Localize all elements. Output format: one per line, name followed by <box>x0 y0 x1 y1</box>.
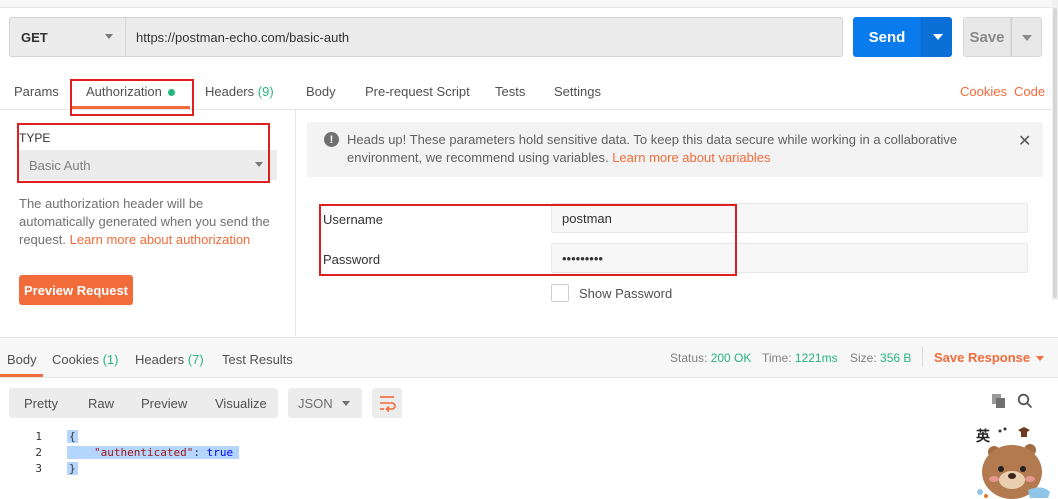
response-tab-headers-label: Headers <box>135 352 185 367</box>
code-link[interactable]: Code <box>1014 84 1045 99</box>
response-time: Time: 1221ms <box>762 351 838 365</box>
save-options-button[interactable] <box>1011 17 1042 57</box>
tab-prerequest-script[interactable]: Pre-request Script <box>365 84 470 99</box>
json-key: "authenticated" <box>94 446 194 459</box>
code-line: "authenticated": true <box>67 446 240 459</box>
language-select[interactable]: JSON <box>288 388 362 418</box>
response-status: Status: 200 OK <box>670 351 751 365</box>
annotation-box-authorization-tab <box>70 79 194 116</box>
auth-description: The authorization header will be automat… <box>19 195 281 249</box>
chevron-down-icon <box>933 34 943 40</box>
cookies-link[interactable]: Cookies <box>960 84 1007 99</box>
save-response-label: Save Response <box>934 350 1031 365</box>
chevron-down-icon <box>342 401 350 406</box>
json-separator: : <box>193 446 207 459</box>
response-tab-test-results[interactable]: Test Results <box>222 352 293 367</box>
code-line: { <box>67 430 78 443</box>
copy-icon[interactable] <box>991 393 1007 412</box>
chevron-down-icon <box>1022 35 1032 41</box>
code-line: } <box>67 462 78 475</box>
response-size: Size: 356 B <box>850 351 911 365</box>
scrollbar-thumb[interactable] <box>1053 8 1057 298</box>
notice-text: Heads up! These parameters hold sensitiv… <box>347 131 987 167</box>
tab-headers-count: (9) <box>257 84 274 99</box>
send-options-button[interactable] <box>921 17 952 57</box>
tab-tests[interactable]: Tests <box>495 84 525 99</box>
time-value: 1221ms <box>794 351 838 365</box>
chevron-down-icon <box>105 34 113 39</box>
tab-headers[interactable]: Headers (9) <box>205 84 274 99</box>
format-visualize[interactable]: Visualize <box>215 396 267 411</box>
method-select[interactable]: GET <box>9 17 125 57</box>
url-input[interactable]: https://postman-echo.com/basic-auth <box>125 17 843 57</box>
response-active-tab-indicator <box>0 374 43 377</box>
line-number: 2 <box>35 446 42 459</box>
annotation-box-credentials <box>319 204 737 276</box>
tab-body[interactable]: Body <box>306 84 336 99</box>
format-preview[interactable]: Preview <box>141 396 187 411</box>
time-label: Time: <box>762 351 792 365</box>
bear-mascot-image: 英 <box>972 424 1052 499</box>
url-text: https://postman-echo.com/basic-auth <box>136 29 350 45</box>
learn-more-variables-link[interactable]: Learn more about variables <box>612 150 770 165</box>
response-tab-cookies-count: (1) <box>102 352 119 367</box>
search-icon[interactable] <box>1017 393 1033 412</box>
learn-more-auth-link[interactable]: Learn more about authorization <box>70 232 251 247</box>
tab-params[interactable]: Params <box>14 84 59 99</box>
response-tab-cookies[interactable]: Cookies (1) <box>52 352 118 367</box>
annotation-box-auth-type <box>17 123 270 183</box>
wrap-lines-icon <box>380 396 396 413</box>
response-tab-headers-count: (7) <box>187 352 204 367</box>
bear-icon <box>977 427 1050 499</box>
divider <box>922 347 923 367</box>
close-icon[interactable]: ✕ <box>1018 131 1031 151</box>
wrap-lines-button[interactable] <box>372 388 402 418</box>
preview-request-button[interactable]: Preview Request <box>19 275 133 305</box>
method-label: GET <box>21 29 48 45</box>
top-strip <box>0 0 1058 8</box>
size-label: Size: <box>850 351 877 365</box>
show-password-checkbox[interactable] <box>551 284 569 302</box>
status-value: 200 OK <box>710 351 752 365</box>
response-tab-body[interactable]: Body <box>7 352 37 367</box>
json-value: true <box>206 446 234 459</box>
size-value: 356 B <box>880 351 912 365</box>
line-number: 1 <box>35 430 42 443</box>
show-password-label: Show Password <box>579 286 673 301</box>
response-tab-headers[interactable]: Headers (7) <box>135 352 204 367</box>
send-button[interactable]: Send <box>853 17 921 57</box>
status-label: Status: <box>670 351 708 365</box>
save-button[interactable]: Save <box>963 17 1011 57</box>
save-response-button[interactable]: Save Response <box>934 350 1045 365</box>
info-icon: ! <box>324 132 339 147</box>
response-tab-cookies-label: Cookies <box>52 352 99 367</box>
chevron-down-icon <box>1036 356 1045 362</box>
format-pretty[interactable]: Pretty <box>24 396 58 411</box>
tab-headers-label: Headers <box>205 84 255 99</box>
language-value: JSON <box>298 395 333 411</box>
tab-settings[interactable]: Settings <box>554 84 601 99</box>
line-number: 3 <box>35 462 42 475</box>
format-raw[interactable]: Raw <box>88 396 114 411</box>
